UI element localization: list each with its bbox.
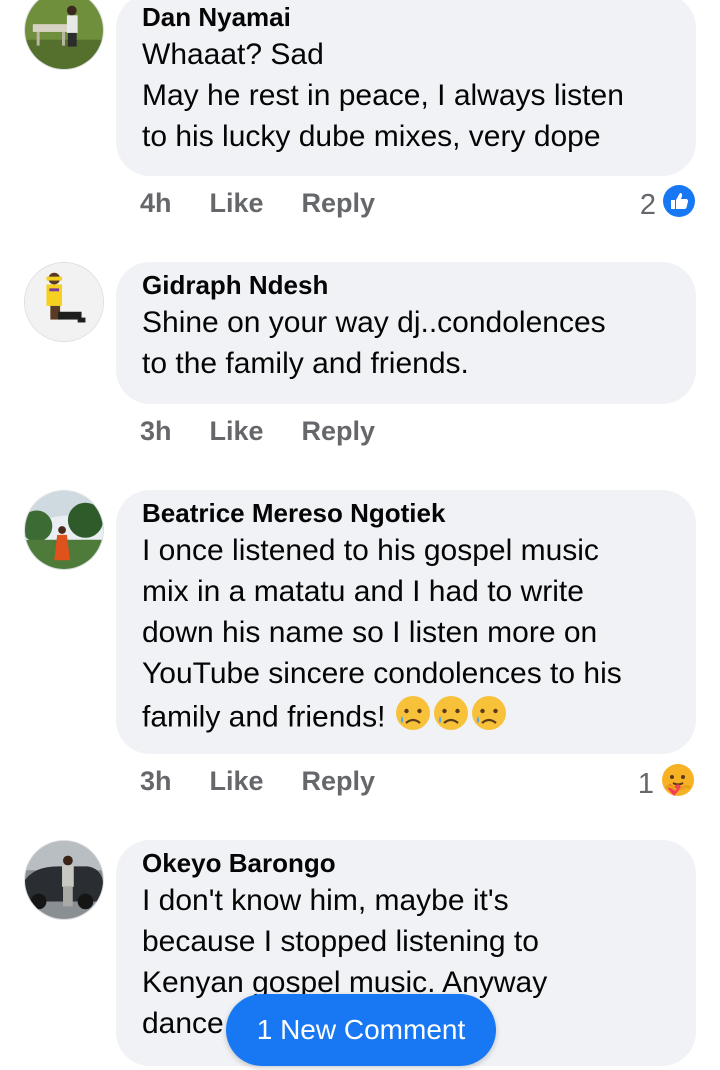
avatar-image — [25, 0, 103, 69]
comment-text-body: I once listened to his gospel music mix … — [142, 534, 622, 734]
comment-author[interactable]: Dan Nyamai — [142, 0, 670, 34]
avatar-image — [25, 263, 103, 341]
comment-time[interactable]: 4h — [140, 186, 172, 220]
new-comment-button[interactable]: 1 New Comment — [226, 994, 496, 1066]
like-button[interactable]: Like — [210, 186, 264, 220]
comment-text: Whaaat? Sad May he rest in peace, I alwa… — [142, 38, 624, 153]
avatar[interactable] — [24, 262, 104, 342]
like-icon — [662, 184, 696, 226]
comment-time[interactable]: 3h — [140, 414, 172, 448]
comment-bubble: Dan Nyamai Whaaat? Sad May he rest in pe… — [116, 0, 696, 176]
comment-text: Shine on your way dj..condolences to the… — [142, 306, 606, 380]
care-icon — [660, 762, 696, 806]
reaction-summary[interactable]: 2 — [640, 184, 696, 226]
sad-tear-emoji-icon — [470, 694, 508, 743]
avatar-image — [25, 841, 103, 919]
reply-button[interactable]: Reply — [302, 414, 376, 448]
reaction-count: 1 — [637, 767, 654, 800]
avatar-image — [25, 491, 103, 569]
like-button[interactable]: Like — [210, 764, 264, 798]
comment-bubble: Gidraph Ndesh Shine on your way dj..cond… — [116, 262, 696, 404]
sad-tear-emoji-icon — [432, 694, 470, 743]
comment-actions: 4h Like Reply — [140, 186, 413, 220]
reply-button[interactable]: Reply — [302, 186, 376, 220]
reaction-summary[interactable]: 1 — [638, 762, 696, 806]
comment-author[interactable]: Okeyo Barongo — [142, 846, 670, 880]
comment-author[interactable]: Gidraph Ndesh — [142, 268, 670, 302]
avatar[interactable] — [24, 490, 104, 570]
sad-tear-emoji-icon — [394, 694, 432, 743]
comment-bubble: Beatrice Mereso Ngotiek I once listened … — [116, 490, 696, 754]
comment-time[interactable]: 3h — [140, 764, 172, 798]
comment-author[interactable]: Beatrice Mereso Ngotiek — [142, 496, 670, 530]
comment-actions: 3h Like Reply — [140, 764, 413, 798]
reply-button[interactable]: Reply — [302, 764, 376, 798]
reaction-count: 2 — [639, 188, 656, 221]
comment-text: I once listened to his gospel music mix … — [142, 530, 670, 743]
avatar[interactable] — [24, 0, 104, 70]
like-button[interactable]: Like — [210, 414, 264, 448]
avatar[interactable] — [24, 840, 104, 920]
comment-actions: 3h Like Reply — [140, 414, 413, 448]
